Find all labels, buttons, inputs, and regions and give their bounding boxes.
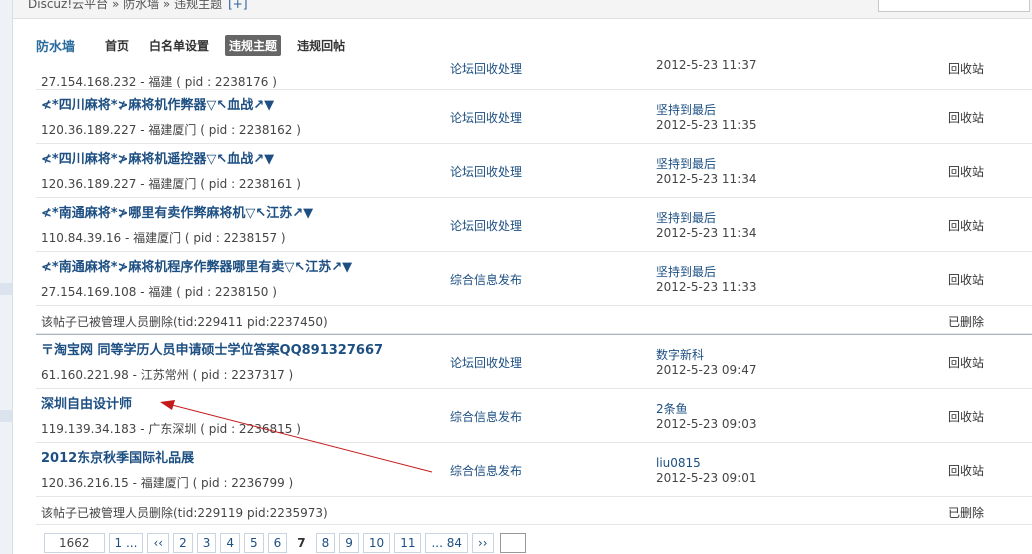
- arrow-head: [160, 400, 175, 410]
- arrow-line: [171, 404, 433, 473]
- annotation-arrow: [160, 400, 433, 473]
